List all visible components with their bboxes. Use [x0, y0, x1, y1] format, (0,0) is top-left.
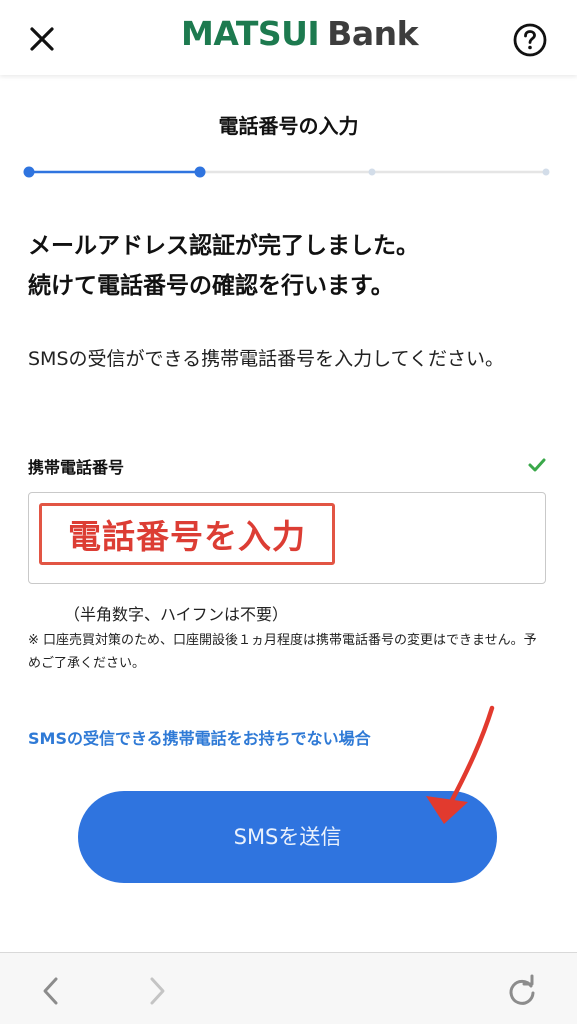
- heading-line-1: メールアドレス認証が完了しました。: [28, 233, 419, 259]
- help-button[interactable]: [512, 22, 548, 58]
- phone-number-input[interactable]: 電話番号を入力: [28, 492, 546, 584]
- chevron-left-icon: [43, 977, 58, 1005]
- page-description: SMSの受信ができる携帯電話番号を入力してください。: [28, 348, 504, 370]
- chevron-right-icon: [150, 977, 165, 1005]
- logo-bank-text: Bank: [327, 14, 419, 53]
- input-note: ※ 口座売買対策のため、口座開設後１ヵ月程度は携帯電話番号の変更はできません。予…: [28, 633, 537, 671]
- matsui-bank-logo: MATSUI Bank: [181, 14, 419, 62]
- check-icon: [528, 458, 546, 472]
- heading-line-2: 続けて電話番号の確認を行います。: [28, 273, 394, 299]
- close-button[interactable]: [22, 19, 62, 59]
- forward-button[interactable]: [142, 973, 172, 1009]
- phone-input-placeholder: 電話番号を入力: [39, 503, 335, 565]
- step-dot-3: [368, 168, 376, 176]
- step-title: 電話番号の入力: [218, 114, 359, 138]
- step-dot-1: [23, 166, 35, 178]
- question-circle-icon: [513, 23, 547, 57]
- progress-stepper: [23, 166, 550, 178]
- logo-matsui-text: MATSUI: [181, 14, 320, 53]
- browser-toolbar: [0, 952, 577, 1024]
- step-dot-2: [194, 166, 206, 178]
- phone-field-label: 携帯電話番号: [28, 458, 125, 477]
- close-icon: [30, 27, 54, 51]
- reload-icon: [509, 974, 535, 1005]
- reload-button[interactable]: [504, 973, 540, 1009]
- app-header: MATSUI Bank: [0, 0, 577, 75]
- back-button[interactable]: [36, 973, 66, 1009]
- send-sms-button[interactable]: SMSを送信: [78, 791, 497, 883]
- page-heading: メールアドレス認証が完了しました。 続けて電話番号の確認を行います。: [28, 226, 558, 306]
- input-hint: （半角数字、ハイフンは不要）: [64, 605, 289, 624]
- no-sms-phone-link[interactable]: SMSの受信できる携帯電話をお持ちでない場合: [28, 725, 371, 749]
- step-dot-4: [542, 168, 550, 176]
